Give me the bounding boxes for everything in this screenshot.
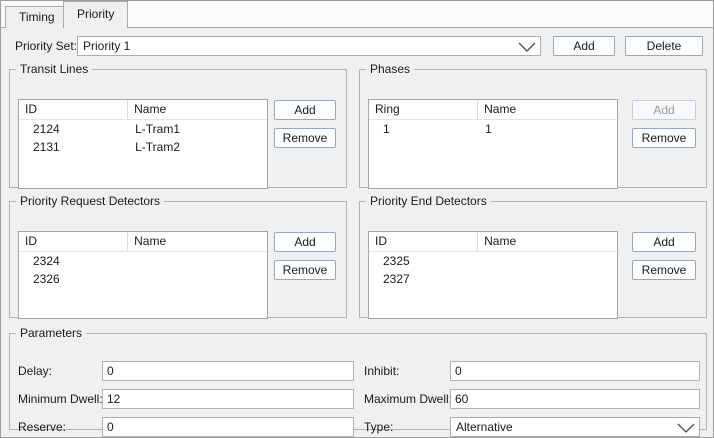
table-row[interactable]: 2324 [19,252,267,270]
column-header[interactable]: ID [19,232,128,251]
minimum-dwell-field[interactable] [102,389,354,409]
table-header: IDName [19,100,267,120]
table-header: IDName [19,232,267,252]
table-cell: L-Tram1 [128,120,267,138]
phases-remove-button[interactable]: Remove [632,128,696,148]
column-header[interactable]: Name [478,232,617,251]
priority-request-detectors-list[interactable]: IDName23242326 [18,231,268,319]
group-parameters-title: Parameters [16,326,86,340]
inhibit-label: Inhibit: [364,361,399,381]
chevron-down-icon [677,423,695,433]
table-cell [128,270,267,288]
group-transit-lines: Transit Lines IDName2124L-Tram12131L-Tra… [9,62,347,188]
maximum-dwell-field[interactable] [450,389,700,409]
group-transit-lines-title: Transit Lines [16,62,92,76]
column-header[interactable]: Name [128,232,267,251]
priority-dialog: Timing Priority Priority Set: Priority 1… [0,0,714,438]
column-header[interactable]: Ring [369,100,478,119]
priority-end-detectors-remove-button[interactable]: Remove [632,260,696,280]
table-cell: 2327 [369,270,478,288]
priority-panel: Priority Set: Priority 1 Add Delete Tran… [1,27,713,437]
priority-set-label: Priority Set: [15,36,77,56]
priority-set-delete-button[interactable]: Delete [625,36,703,56]
tab-timing-label: Timing [19,10,55,24]
table-row[interactable]: 2325 [369,252,617,270]
transit-lines-remove-button[interactable]: Remove [274,128,336,148]
maximum-dwell-label: Maximum Dwell: [364,389,452,409]
column-header[interactable]: Name [128,100,267,119]
priority-end-detectors-add-button[interactable]: Add [632,232,696,252]
table-cell: 2124 [19,120,128,138]
table-row[interactable]: 2327 [369,270,617,288]
table-row[interactable]: 11 [369,120,617,138]
group-priority-request-detectors: Priority Request Detectors IDName2324232… [9,194,347,318]
table-cell: 2326 [19,270,128,288]
group-priority-end-detectors: Priority End Detectors IDName23252327 Ad… [359,194,707,318]
table-cell [478,270,617,288]
table-cell: 2131 [19,138,128,156]
priority-set-add-button[interactable]: Add [553,36,615,56]
type-label: Type: [364,417,393,437]
table-cell: L-Tram2 [128,138,267,156]
table-cell: 2325 [369,252,478,270]
type-value: Alternative [456,419,513,436]
type-combobox[interactable]: Alternative [450,417,700,437]
minimum-dwell-label: Minimum Dwell: [18,389,103,409]
reserve-field[interactable] [102,417,354,437]
reserve-label: Reserve: [18,417,66,437]
delay-field[interactable] [102,361,354,381]
tab-priority-label: Priority [77,7,114,21]
table-cell [128,252,267,270]
priority-end-detectors-list[interactable]: IDName23252327 [368,231,618,319]
table-row[interactable]: 2124L-Tram1 [19,120,267,138]
table-header: RingName [369,100,617,120]
tab-priority[interactable]: Priority [63,1,128,28]
group-priority-end-detectors-title: Priority End Detectors [366,194,491,208]
table-cell: 2324 [19,252,128,270]
tab-bar: Timing Priority [1,1,713,28]
priority-set-value: Priority 1 [83,38,130,55]
inhibit-field[interactable] [450,361,700,381]
group-phases-title: Phases [366,62,414,76]
chevron-down-icon [518,42,536,52]
table-row[interactable]: 2326 [19,270,267,288]
transit-lines-add-button[interactable]: Add [274,100,336,120]
transit-lines-list[interactable]: IDName2124L-Tram12131L-Tram2 [18,99,268,189]
table-cell [478,252,617,270]
priority-request-detectors-add-button[interactable]: Add [274,232,336,252]
table-row[interactable]: 2131L-Tram2 [19,138,267,156]
group-phases: Phases RingName11 Add Remove [359,62,707,188]
tab-timing[interactable]: Timing [5,6,69,28]
table-cell: 1 [369,120,478,138]
phases-add-button[interactable]: Add [632,100,696,120]
table-header: IDName [369,232,617,252]
delay-label: Delay: [18,361,52,381]
phases-list[interactable]: RingName11 [368,99,618,189]
column-header[interactable]: ID [19,100,128,119]
priority-request-detectors-remove-button[interactable]: Remove [274,260,336,280]
column-header[interactable]: ID [369,232,478,251]
group-priority-request-detectors-title: Priority Request Detectors [16,194,164,208]
group-parameters: Parameters Delay: Inhibit: Minimum Dwell… [9,326,707,430]
table-cell: 1 [478,120,617,138]
column-header[interactable]: Name [478,100,617,119]
priority-set-combobox[interactable]: Priority 1 [77,36,541,56]
